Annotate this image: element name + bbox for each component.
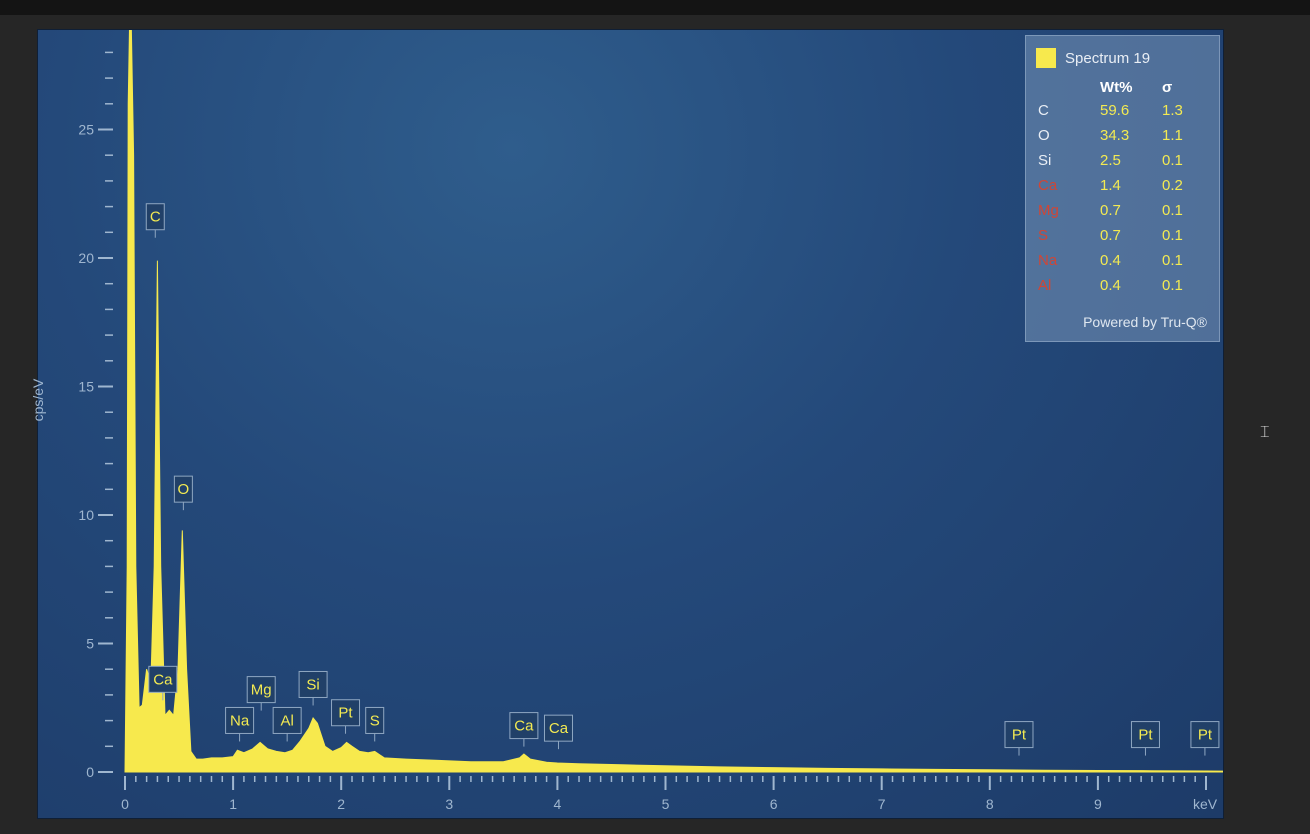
series-swatch	[1036, 48, 1056, 68]
x-tick-label: 0	[121, 796, 129, 812]
x-axis-label: keV	[1193, 796, 1218, 812]
sigma-value: 0.1	[1162, 277, 1183, 294]
x-tick-label: 6	[770, 796, 778, 812]
element-symbol: O	[1038, 127, 1050, 144]
element-symbol: S	[1038, 227, 1049, 244]
y-tick-label: 25	[78, 122, 94, 138]
composition-row: S 0.7 0.1	[1038, 223, 1183, 248]
sigma-value: 0.2	[1162, 177, 1183, 194]
sigma-value: 1.1	[1162, 127, 1183, 144]
text-cursor-icon: ⌶	[1260, 424, 1270, 441]
composition-row: C 59.6 1.3	[1038, 98, 1183, 123]
peak-label: Pt	[338, 705, 353, 722]
peak-label: Ca	[153, 671, 173, 688]
sigma-value: 1.3	[1162, 102, 1183, 119]
sigma-value: 0.1	[1162, 202, 1183, 219]
sigma-value: 0.1	[1162, 227, 1183, 244]
peak-label: Pt	[1138, 727, 1153, 744]
weight-percent: 2.5	[1100, 152, 1121, 169]
y-tick-label: 0	[86, 764, 94, 780]
element-symbol: Si	[1038, 152, 1052, 169]
peak-label: Al	[280, 712, 293, 729]
x-tick-label: 7	[878, 796, 886, 812]
y-tick-label: 10	[78, 507, 94, 523]
peak-label: Na	[230, 712, 250, 729]
peak-label: Ca	[549, 720, 569, 737]
x-tick-label: 1	[229, 796, 237, 812]
x-tick-label: 4	[554, 796, 562, 812]
peak-label: Pt	[1198, 727, 1213, 744]
composition-row: Al 0.4 0.1	[1038, 273, 1183, 298]
legend-series-name: Spectrum 19	[1065, 49, 1151, 67]
peak-label: Si	[306, 676, 319, 693]
weight-percent: 1.4	[1100, 177, 1121, 194]
peak-label: Pt	[1012, 727, 1027, 744]
y-tick-label: 5	[86, 636, 94, 652]
composition-row: Mg 0.7 0.1	[1038, 198, 1183, 223]
y-tick-label: 15	[78, 379, 94, 395]
col-wt: Wt%	[1100, 78, 1133, 96]
element-symbol: C	[1038, 102, 1049, 119]
legend-panel: Spectrum 19 Wt% σ C 59.6 1.3 O 34.3 1.1 Si 2.5 0…	[1025, 35, 1220, 342]
element-symbol: Al	[1038, 277, 1052, 294]
composition-row: O 34.3 1.1	[1038, 123, 1183, 148]
peak-label: Mg	[251, 682, 272, 699]
sigma-value: 0.1	[1162, 252, 1183, 269]
y-tick-label: 20	[78, 250, 94, 266]
weight-percent: 34.3	[1100, 127, 1130, 144]
weight-percent: 0.7	[1100, 202, 1121, 219]
y-axis-label: cps/eV	[30, 378, 46, 422]
col-element	[1038, 76, 1100, 98]
x-tick-label: 8	[986, 796, 994, 812]
col-sigma: σ	[1162, 78, 1173, 96]
peak-label: S	[370, 712, 380, 729]
element-symbol: Mg	[1038, 202, 1059, 219]
powered-by-text: Powered by Tru-Q®	[1083, 314, 1207, 330]
x-tick-label: 2	[337, 796, 345, 812]
weight-percent: 0.4	[1100, 277, 1121, 294]
composition-row: Ca 1.4 0.2	[1038, 173, 1183, 198]
peak-label: Ca	[514, 718, 534, 735]
peak-label: C	[150, 209, 161, 226]
composition-row: Si 2.5 0.1	[1038, 148, 1183, 173]
x-tick-label: 9	[1094, 796, 1102, 812]
composition-row: Na 0.4 0.1	[1038, 248, 1183, 273]
weight-percent: 59.6	[1100, 102, 1130, 119]
weight-percent: 0.4	[1100, 252, 1121, 269]
element-symbol: Na	[1038, 252, 1058, 269]
sigma-value: 0.1	[1162, 152, 1183, 169]
x-tick-label: 3	[445, 796, 453, 812]
weight-percent: 0.7	[1100, 227, 1121, 244]
peak-label: O	[178, 481, 190, 498]
composition-table: Wt% σ C 59.6 1.3 O 34.3 1.1 Si 2.5 0.1 Ca 1.4 0.2 Mg…	[1038, 76, 1183, 298]
x-tick-label: 5	[662, 796, 670, 812]
element-symbol: Ca	[1038, 177, 1058, 194]
